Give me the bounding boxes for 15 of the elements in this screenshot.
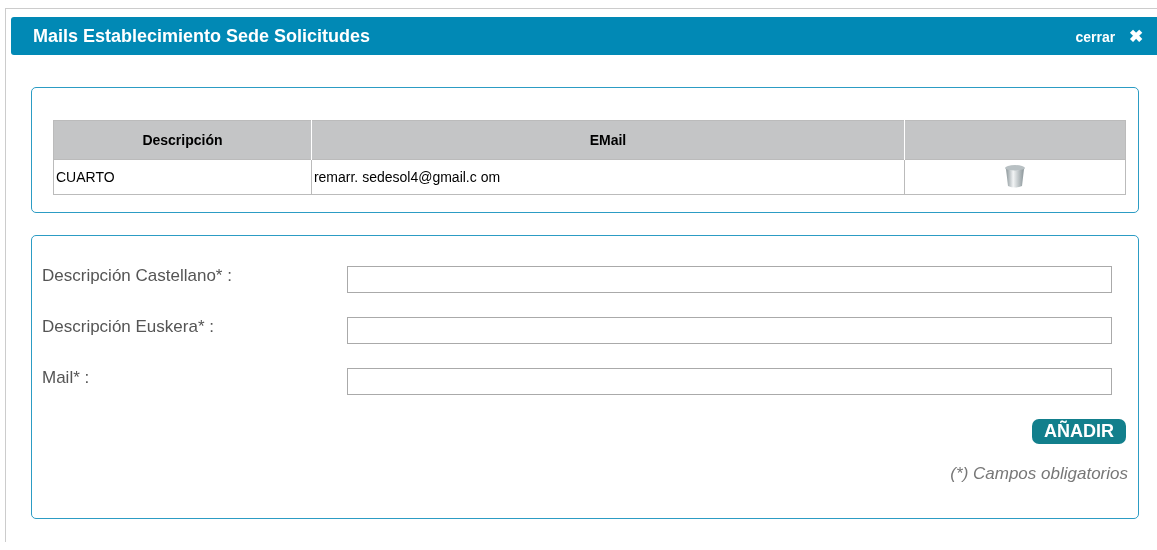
column-header: Descripción: [53, 120, 312, 160]
field-label: Descripción Euskera* :: [42, 316, 215, 337]
table-cell: remarr. sedesol4@gmail.c om: [311, 159, 905, 195]
close-button[interactable]: cerrar ✖: [1075, 25, 1143, 47]
input-field[interactable]: [347, 368, 1112, 395]
table-cell: CUARTO: [53, 159, 312, 195]
field-label: Mail* :: [42, 367, 91, 388]
trash-icon[interactable]: [1004, 163, 1026, 188]
field-label: Descripción Castellano* :: [42, 265, 233, 286]
required-note: (*) Campos obligatorios: [950, 464, 1128, 484]
window-title: Mails Establecimiento Sede Solicitudes: [33, 25, 371, 47]
column-header: EMail: [311, 120, 905, 160]
input-field[interactable]: [347, 317, 1112, 344]
add-button[interactable]: AÑADIR: [1032, 419, 1126, 444]
input-field[interactable]: [347, 266, 1112, 293]
